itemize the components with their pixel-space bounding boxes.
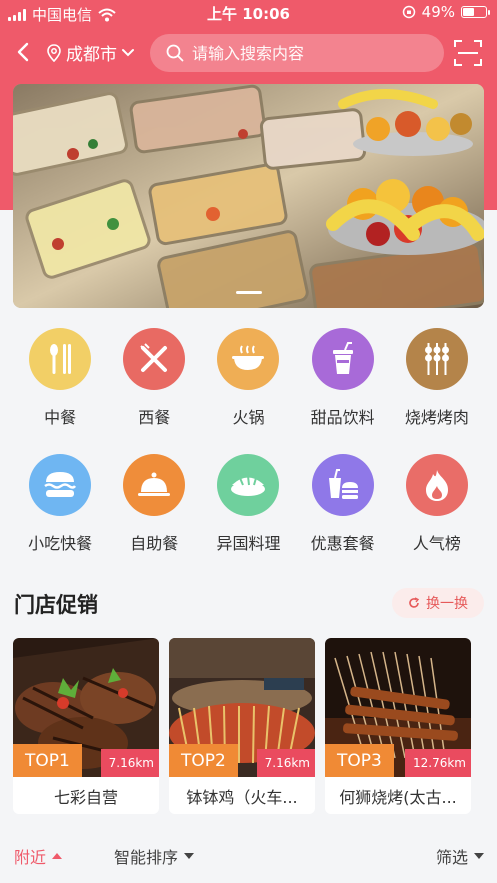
banner-carousel[interactable] (13, 84, 484, 308)
filter-nearby[interactable]: 附近 (14, 844, 63, 868)
city-selector[interactable]: 成都市 (46, 40, 135, 65)
category-bbq[interactable]: 烧烤烤肉 (390, 328, 484, 428)
carousel-dot-active (235, 291, 262, 294)
cloche-icon (123, 454, 186, 516)
filter-sort[interactable]: 智能排序 (114, 844, 195, 868)
shop-card[interactable]: TOP2 7.16km 钵钵鸡（火车... (169, 638, 315, 814)
caret-down-icon (474, 853, 485, 859)
sushi-icon (217, 454, 280, 516)
section-title: 门店促销 (14, 593, 98, 617)
combo-meal-icon (311, 454, 374, 516)
category-label: 中餐 (44, 408, 77, 427)
category-label: 西餐 (138, 408, 171, 427)
distance-badge: 7.16km (256, 749, 315, 777)
filter-more[interactable]: 筛选 (436, 844, 485, 868)
category-western[interactable]: 西餐 (107, 328, 201, 428)
scan-icon[interactable] (453, 38, 483, 68)
shop-image: TOP3 12.76km (325, 638, 471, 777)
burger-icon (29, 454, 92, 516)
refresh-button[interactable]: 换一换 (392, 588, 484, 618)
category-hotpot[interactable]: 火锅 (201, 328, 295, 428)
refresh-label: 换一换 (426, 596, 468, 612)
category-label: 异国料理 (216, 534, 281, 553)
top-nav: 成都市 (0, 32, 497, 74)
category-grid: 中餐 西餐 火锅 甜品饮料 烧烤烤肉 小吃快餐 自助餐 异国料理 优惠套餐 人气… (13, 328, 484, 554)
search-input[interactable] (192, 43, 432, 63)
search-box[interactable] (150, 34, 444, 72)
filter-more-label: 筛选 (436, 848, 469, 867)
caret-up-icon (52, 853, 63, 859)
shop-name: 七彩自营 (53, 787, 118, 807)
drink-cup-icon (311, 328, 374, 390)
back-arrow-icon[interactable] (12, 38, 36, 66)
battery-icon (461, 6, 490, 18)
refresh-icon (409, 597, 420, 608)
location-pin-icon (47, 43, 61, 62)
shop-name: 何狮烧烤(太古... (339, 787, 457, 807)
shop-list: TOP1 7.16km 七彩自营 TOP2 7.16km 钵钵鸡（火车... T… (13, 638, 497, 814)
category-label: 自助餐 (130, 534, 179, 553)
distance-badge: 12.76km (405, 749, 471, 777)
category-dessert-drinks[interactable]: 甜品饮料 (296, 328, 390, 428)
battery-percent: 49% (421, 3, 455, 21)
buffet-food-image (13, 84, 484, 308)
rank-badge: TOP2 (169, 744, 238, 777)
rank-badge: TOP3 (325, 744, 394, 777)
shop-card[interactable]: TOP3 12.76km 何狮烧烤(太古... (325, 638, 471, 814)
fork-knife-icon (123, 328, 186, 390)
rank-badge: TOP1 (13, 744, 82, 777)
filter-nearby-label: 附近 (14, 848, 47, 867)
category-label: 优惠套餐 (310, 534, 375, 553)
caret-down-icon (184, 853, 195, 859)
city-label: 成都市 (66, 45, 117, 65)
category-label: 甜品饮料 (310, 408, 375, 427)
category-label: 人气榜 (412, 534, 461, 553)
skewer-icon (405, 328, 468, 390)
filter-bar: 附近 智能排序 筛选 (0, 826, 497, 883)
carousel-indicator (13, 291, 484, 294)
category-buffet[interactable]: 自助餐 (107, 454, 201, 554)
shop-image: TOP1 7.16km (13, 638, 159, 777)
shop-name: 钵钵鸡（火车... (186, 787, 298, 807)
category-label: 小吃快餐 (28, 534, 93, 553)
category-snacks[interactable]: 小吃快餐 (13, 454, 107, 554)
category-foreign[interactable]: 异国料理 (201, 454, 295, 554)
chevron-down-icon (122, 48, 134, 56)
category-label: 火锅 (232, 408, 265, 427)
hotpot-bowl-icon (217, 328, 280, 390)
distance-badge: 7.16km (100, 749, 159, 777)
shop-card[interactable]: TOP1 7.16km 七彩自营 (13, 638, 159, 814)
category-chinese[interactable]: 中餐 (13, 328, 107, 428)
orientation-lock-icon (402, 5, 415, 19)
status-bar: 中国电信 上午 10:06 49% (0, 0, 497, 26)
category-label: 烧烤烤肉 (404, 408, 469, 427)
category-combo[interactable]: 优惠套餐 (296, 454, 390, 554)
search-icon (166, 44, 184, 62)
shop-image: TOP2 7.16km (169, 638, 315, 777)
filter-sort-label: 智能排序 (114, 848, 179, 867)
chopsticks-spoon-icon (29, 328, 92, 390)
category-popular[interactable]: 人气榜 (390, 454, 484, 554)
flame-icon (405, 454, 468, 516)
